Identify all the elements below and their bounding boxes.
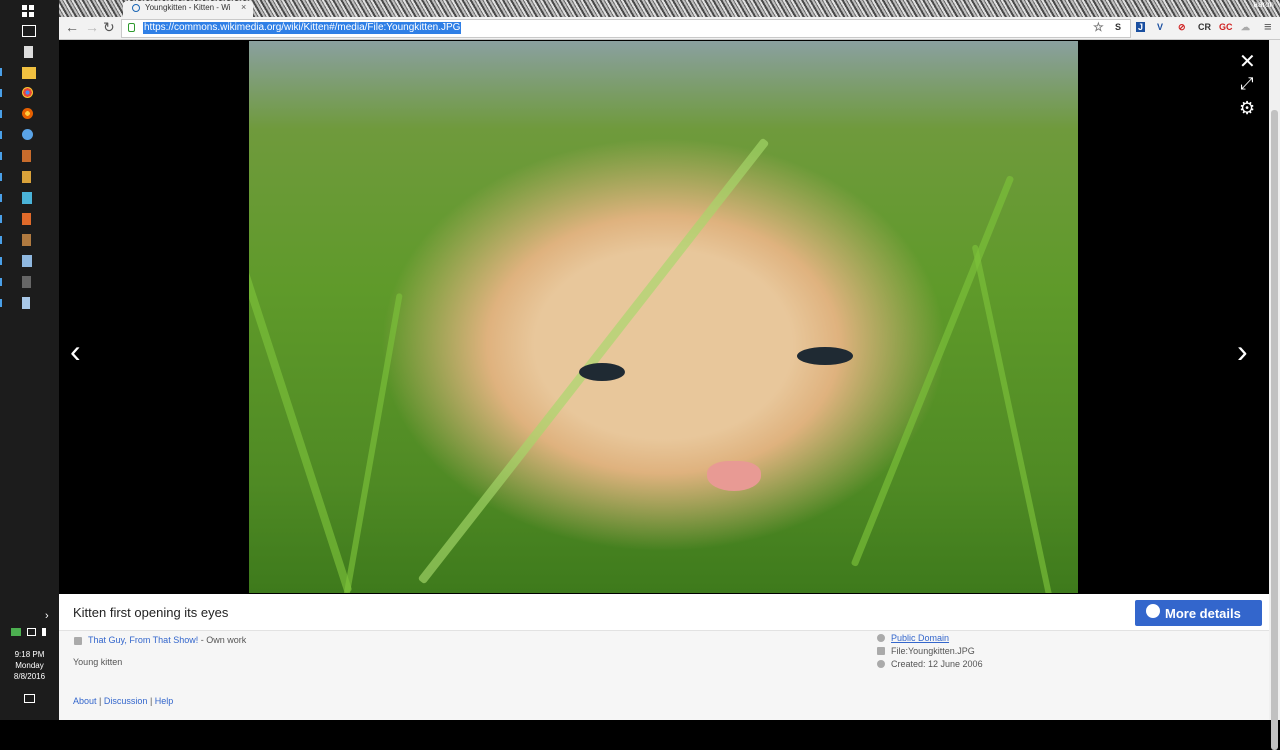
back-button[interactable]: ←	[65, 19, 79, 35]
tab-strip: Youngkitten - Kitten - Wi × aaron	[59, 0, 1280, 17]
previous-image-button[interactable]: ‹	[70, 333, 81, 370]
author-line: That Guy, From That Show! - Own work	[88, 635, 246, 645]
task-view-icon[interactable]	[22, 25, 36, 37]
system-tray: › 9:18 PM Monday 8/8/2016	[0, 610, 59, 720]
running-indicator	[0, 236, 2, 244]
scrollbar-thumb[interactable]	[1271, 110, 1278, 750]
volume-icon[interactable]	[42, 628, 49, 636]
author-suffix: - Own work	[200, 635, 247, 645]
footer-separator: |	[99, 696, 102, 706]
running-indicator	[0, 215, 2, 223]
drive-icon[interactable]	[11, 628, 21, 636]
running-indicator	[0, 278, 2, 286]
extension-icon[interactable]: GC	[1219, 22, 1233, 32]
start-icon[interactable]	[22, 4, 36, 17]
extension-icon[interactable]: CR	[1198, 22, 1211, 32]
app-icon[interactable]	[22, 255, 32, 267]
tab-title: Youngkitten - Kitten - Wi	[145, 3, 231, 12]
extension-icon[interactable]: S	[1115, 22, 1121, 32]
metadata-panel: Kitten first opening its eyes More detai…	[59, 594, 1269, 720]
running-indicator	[0, 173, 2, 181]
panel-header: Kitten first opening its eyes More detai…	[59, 594, 1269, 631]
app-icon[interactable]	[22, 297, 30, 309]
app-icon[interactable]	[22, 129, 33, 140]
tray-expand-icon[interactable]: ›	[45, 610, 49, 622]
running-indicator	[0, 110, 2, 118]
more-details-label: More details	[1165, 606, 1241, 621]
image-caption: Kitten first opening its eyes	[73, 605, 229, 620]
running-indicator	[0, 152, 2, 160]
image-description: Young kitten	[73, 657, 123, 667]
lock-icon[interactable]	[128, 23, 135, 32]
running-indicator	[0, 68, 2, 76]
close-icon[interactable]: ✕	[1239, 49, 1256, 74]
created-date: Created: 12 June 2006	[891, 659, 983, 669]
extension-icon[interactable]: V	[1157, 22, 1163, 32]
file-icon	[877, 647, 885, 655]
store-icon[interactable]	[24, 46, 33, 58]
running-indicator	[0, 299, 2, 307]
license-icon	[877, 634, 885, 642]
next-image-button[interactable]: ›	[1237, 333, 1248, 370]
forward-button[interactable]: →	[85, 19, 99, 35]
app-icon[interactable]	[22, 213, 31, 225]
extension-icon[interactable]: ☁	[1241, 22, 1250, 33]
profile-name[interactable]: aaron	[1254, 0, 1274, 9]
app-icon[interactable]	[22, 276, 31, 288]
clock-icon	[877, 660, 885, 668]
running-indicator	[0, 89, 2, 97]
author-link[interactable]: That Guy, From That Show!	[88, 635, 198, 645]
discussion-link[interactable]: Discussion	[104, 696, 148, 706]
about-link[interactable]: About	[73, 696, 97, 706]
footer-separator: |	[149, 696, 153, 706]
fullscreen-icon[interactable]: ⤢	[1240, 74, 1254, 94]
running-indicator	[0, 257, 2, 265]
help-link[interactable]: Help	[155, 696, 174, 706]
license-link[interactable]: Public Domain	[891, 633, 949, 643]
tab-close-icon[interactable]: ×	[241, 2, 246, 12]
app-icon[interactable]	[22, 150, 31, 162]
wikimedia-favicon-icon	[132, 4, 140, 12]
running-indicator	[0, 131, 2, 139]
page-scrollbar[interactable]	[1269, 40, 1280, 750]
clock-day[interactable]: Monday	[0, 661, 59, 671]
extension-icon[interactable]: ⊘	[1178, 22, 1186, 33]
reload-button[interactable]: ↻	[103, 19, 115, 36]
network-icon[interactable]	[27, 628, 36, 636]
file-explorer-icon[interactable]	[22, 67, 36, 79]
kitten-photo	[249, 41, 1078, 593]
url-text[interactable]: https://commons.wikimedia.org/wiki/Kitte…	[143, 22, 462, 34]
app-icon[interactable]	[22, 171, 31, 183]
app-icon[interactable]	[22, 234, 31, 246]
browser-tab[interactable]: Youngkitten - Kitten - Wi ×	[123, 1, 253, 17]
notifications-icon[interactable]	[24, 694, 35, 703]
chrome-icon[interactable]	[22, 87, 33, 98]
chrome-menu-icon[interactable]: ≡	[1264, 19, 1272, 34]
commons-icon	[1146, 604, 1160, 618]
footer-links: About | Discussion | Help	[73, 696, 173, 706]
extension-icon[interactable]: J	[1136, 22, 1146, 32]
clock-date[interactable]: 8/8/2016	[0, 672, 59, 682]
firefox-icon[interactable]	[22, 108, 33, 119]
bookmark-star-icon[interactable]: ☆	[1093, 20, 1104, 34]
gear-icon[interactable]: ⚙	[1239, 98, 1255, 119]
more-details-button[interactable]: More details	[1135, 600, 1262, 626]
running-indicator	[0, 194, 2, 202]
app-icon[interactable]	[22, 192, 32, 204]
windows-taskbar: › 9:18 PM Monday 8/8/2016	[0, 0, 59, 720]
clock-time[interactable]: 9:18 PM	[0, 650, 59, 660]
author-icon	[74, 637, 82, 645]
file-name: File:Youngkitten.JPG	[891, 646, 975, 656]
